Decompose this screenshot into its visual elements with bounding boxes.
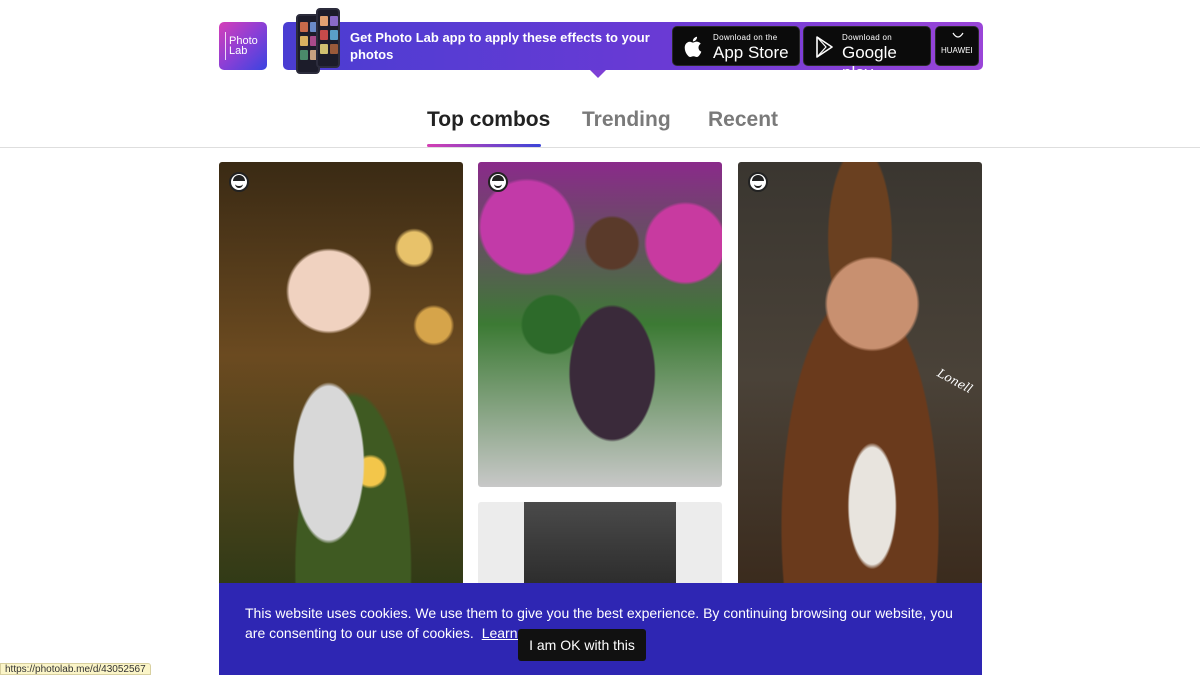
google-play-button[interactable]: Download on Google play [803, 26, 931, 82]
tab-top-combos[interactable]: Top combos [427, 108, 550, 132]
face-icon [748, 172, 768, 192]
combo-card-man-leather-jacket[interactable]: Lonell [738, 162, 982, 592]
google-play-icon [816, 36, 833, 58]
status-bar-url: https://photolab.me/d/43052567 [0, 663, 151, 675]
apple-small-label: Download on the [713, 33, 778, 42]
tab-trending[interactable]: Trending [582, 108, 671, 132]
active-tab-indicator [427, 144, 541, 147]
huawei-label: HUAWEI [941, 46, 973, 55]
artist-signature: Lonell [934, 365, 975, 397]
google-small-label: Download on [842, 33, 892, 42]
face-icon [229, 172, 249, 192]
tab-bar: Top combos Trending Recent [0, 100, 1200, 148]
combo-card-woman-candles[interactable] [219, 162, 463, 592]
combo-card-partial[interactable] [478, 502, 722, 592]
logo-bracket [225, 32, 259, 60]
huawei-gallery-button[interactable]: HUAWEI [935, 26, 979, 66]
apple-big-label: App Store [713, 43, 789, 62]
banner-text: Get Photo Lab app to apply these effects… [350, 30, 650, 62]
combo-card-woman-flowers[interactable] [478, 162, 722, 487]
banner-pointer [590, 70, 606, 78]
tab-recent[interactable]: Recent [708, 108, 778, 132]
app-store-button[interactable]: Download on the App Store [672, 26, 800, 66]
cookie-banner: This website uses cookies. We use them t… [219, 583, 982, 675]
face-icon [488, 172, 508, 192]
apple-logo-icon [684, 36, 702, 57]
huawei-logo-icon [952, 32, 964, 38]
google-big-label: Google play [842, 43, 897, 82]
accept-cookies-button[interactable]: I am OK with this [518, 629, 646, 661]
photo-lab-logo[interactable]: Photo Lab [219, 22, 267, 70]
phones-image [296, 8, 344, 74]
card-image [524, 502, 676, 592]
